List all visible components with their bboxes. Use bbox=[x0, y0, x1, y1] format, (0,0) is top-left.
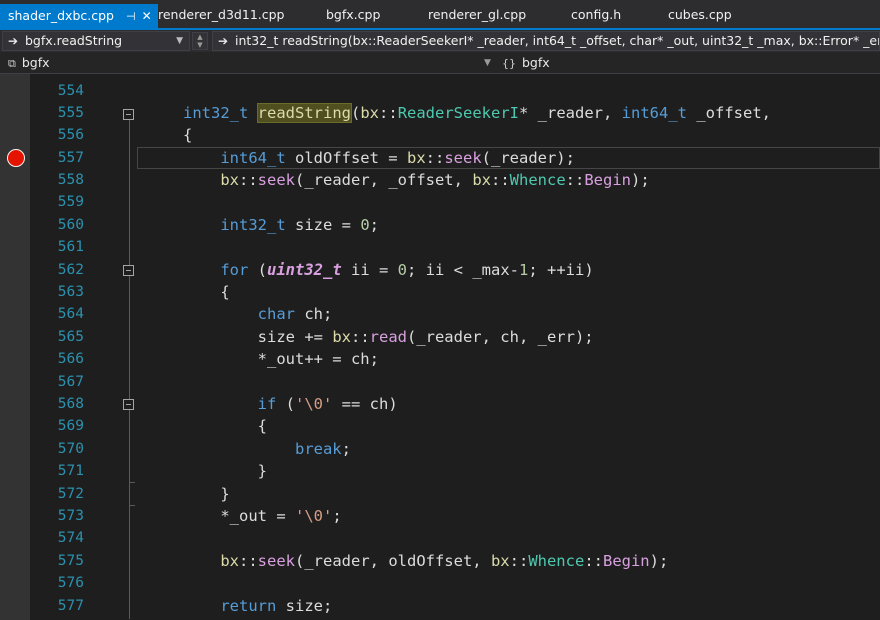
code-line[interactable]: int64_t oldOffset = bx::seek(_reader); bbox=[183, 147, 575, 169]
scope-bar: ⧉ bgfx ▼ {} bgfx bbox=[0, 52, 880, 74]
line-number: 570 bbox=[57, 441, 84, 457]
code-line[interactable]: { bbox=[183, 415, 267, 437]
line-number: 561 bbox=[57, 239, 84, 255]
code-line[interactable]: size += bx::read(_reader, ch, _err); bbox=[183, 326, 594, 348]
member-combo-label: int32_t readString(bx::ReaderSeekerI* _r… bbox=[235, 33, 880, 48]
line-number: 575 bbox=[57, 553, 84, 569]
code-line[interactable]: break; bbox=[183, 438, 351, 460]
code-line[interactable]: for (uint32_t ii = 0; ii < _max-1; ++ii) bbox=[183, 259, 593, 281]
line-number: 555 bbox=[57, 105, 84, 121]
tab-cubes-cpp[interactable]: cubes.cpp bbox=[668, 5, 732, 25]
close-icon[interactable]: ✕ bbox=[142, 4, 152, 28]
line-number: 556 bbox=[57, 127, 84, 143]
code-line[interactable]: } bbox=[183, 460, 267, 482]
code-line[interactable]: } bbox=[183, 483, 229, 505]
outline-end-mark bbox=[129, 505, 135, 506]
arrow-right-icon: ➔ bbox=[8, 34, 19, 48]
code-line[interactable]: *_out++ = ch; bbox=[183, 348, 379, 370]
code-line[interactable]: int32_t readString(bx::ReaderSeekerI* _r… bbox=[183, 102, 771, 124]
tab-label: bgfx.cpp bbox=[326, 7, 381, 22]
namespace-scope-label: bgfx bbox=[522, 55, 550, 70]
line-number: 562 bbox=[57, 262, 84, 278]
line-number: 557 bbox=[57, 150, 84, 166]
tab-label: config.h bbox=[571, 7, 622, 22]
project-scope-dropdown[interactable]: ⧉ bgfx ▼ bbox=[8, 54, 496, 72]
line-number: 568 bbox=[57, 396, 84, 412]
line-number: 565 bbox=[57, 329, 84, 345]
tab-renderer-gl-cpp[interactable]: renderer_gl.cpp bbox=[428, 5, 526, 25]
braces-icon: {} bbox=[502, 57, 516, 70]
nav-spinner[interactable]: ▲ ▼ bbox=[192, 32, 208, 50]
pin-icon[interactable]: ⊣ bbox=[126, 5, 136, 29]
chevron-down-icon[interactable]: ▼ bbox=[193, 41, 207, 49]
navigation-bar: ➔ bgfx.readString ▼ ▲ ▼ ➔ int32_t readSt… bbox=[0, 30, 880, 52]
line-number: 569 bbox=[57, 418, 84, 434]
outline-end-mark bbox=[129, 482, 135, 483]
code-line[interactable]: *_out = '\0'; bbox=[183, 505, 341, 527]
line-number: 572 bbox=[57, 486, 84, 502]
code-line[interactable]: bx::seek(_reader, _offset, bx::Whence::B… bbox=[183, 169, 649, 191]
collapse-minus-icon[interactable] bbox=[123, 265, 134, 276]
scope-combo[interactable]: ➔ bgfx.readString ▼ bbox=[2, 31, 190, 51]
project-scope-label: bgfx bbox=[21, 55, 50, 70]
code-line[interactable]: return size; bbox=[183, 595, 332, 617]
line-number: 566 bbox=[57, 351, 84, 367]
code-line[interactable]: int32_t size = 0; bbox=[183, 214, 379, 236]
line-number: 567 bbox=[57, 374, 84, 390]
code-line[interactable]: char ch; bbox=[183, 303, 333, 325]
tab-label: shader_dxbc.cpp bbox=[8, 8, 114, 23]
line-number: 559 bbox=[57, 194, 84, 210]
code-line[interactable]: { bbox=[183, 124, 192, 146]
project-icon: ⧉ bbox=[8, 57, 16, 70]
arrow-right-icon: ➔ bbox=[218, 34, 229, 48]
line-number: 558 bbox=[57, 172, 84, 188]
scope-combo-label: bgfx.readString bbox=[25, 33, 123, 48]
tab-label: cubes.cpp bbox=[668, 7, 732, 22]
line-number: 564 bbox=[57, 306, 84, 322]
tab-label: renderer_gl.cpp bbox=[428, 7, 527, 22]
collapse-minus-icon[interactable] bbox=[123, 109, 134, 120]
chevron-down-icon: ▼ bbox=[176, 36, 183, 46]
tab-renderer-d3d11-cpp[interactable]: renderer_d3d11.cpp bbox=[158, 5, 285, 25]
line-number: 573 bbox=[57, 508, 84, 524]
line-number: 554 bbox=[57, 83, 84, 99]
line-number: 571 bbox=[57, 463, 84, 479]
code-line[interactable]: bx::seek(_reader, oldOffset, bx::Whence:… bbox=[183, 550, 668, 572]
line-number: 560 bbox=[57, 217, 84, 233]
code-line[interactable]: { bbox=[183, 281, 229, 303]
line-number: 577 bbox=[57, 598, 84, 614]
outline-guide bbox=[129, 119, 130, 619]
namespace-scope-dropdown[interactable]: {} bgfx bbox=[502, 54, 880, 72]
tab-config-h[interactable]: config.h bbox=[571, 5, 621, 25]
document-tab-strip: shader_dxbc.cpp ⊣ ✕ renderer_d3d11.cpp bgf… bbox=[0, 0, 880, 29]
chevron-down-icon: ▼ bbox=[484, 58, 491, 68]
member-combo[interactable]: ➔ int32_t readString(bx::ReaderSeekerI* … bbox=[212, 31, 880, 51]
tab-bgfx-cpp[interactable]: bgfx.cpp bbox=[326, 5, 380, 25]
line-number: 576 bbox=[57, 575, 84, 591]
chevron-up-icon[interactable]: ▲ bbox=[193, 33, 207, 41]
breakpoint-icon[interactable] bbox=[7, 149, 25, 167]
line-number: 574 bbox=[57, 530, 84, 546]
code-line[interactable]: if ('\0' == ch) bbox=[183, 393, 398, 415]
line-number: 563 bbox=[57, 284, 84, 300]
tab-label: renderer_d3d11.cpp bbox=[158, 7, 285, 22]
tab-shader-dxbc-cpp[interactable]: shader_dxbc.cpp ⊣ ✕ bbox=[0, 4, 158, 28]
collapse-minus-icon[interactable] bbox=[123, 399, 134, 410]
